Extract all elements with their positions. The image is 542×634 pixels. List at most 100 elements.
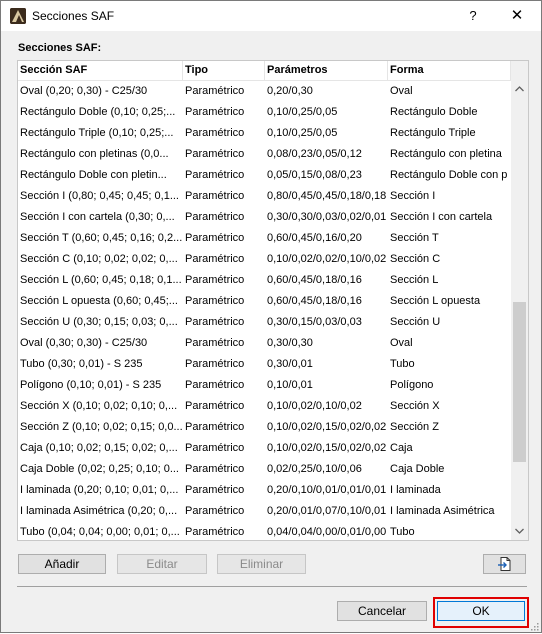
type-cell: Paramétrico xyxy=(185,316,245,328)
parameters-cell: 0,10/0,25/0,05 xyxy=(267,106,338,118)
shape-cell: I laminada Asimétrica xyxy=(390,505,495,517)
type-cell: Paramétrico xyxy=(185,274,245,286)
table-row[interactable]: Caja Doble (0,02; 0,25; 0,10; 0... Paramé… xyxy=(18,459,511,480)
footer-separator xyxy=(17,586,527,587)
parameters-cell: 0,05/0,15/0,08/0,23 xyxy=(267,169,362,181)
column-header-shape[interactable]: Forma xyxy=(388,61,511,80)
app-icon xyxy=(10,8,26,24)
section-name-cell: I laminada (0,20; 0,10; 0,01; 0,... xyxy=(20,484,179,496)
shape-cell: Rectángulo Doble xyxy=(390,106,478,118)
type-cell: Paramétrico xyxy=(185,169,245,181)
type-cell: Paramétrico xyxy=(185,232,245,244)
section-name-cell: Sección I (0,80; 0,45; 0,45; 0,1... xyxy=(20,190,179,202)
column-header-section[interactable]: Sección SAF xyxy=(18,61,183,80)
type-cell: Paramétrico xyxy=(185,253,245,265)
table-row[interactable]: Sección U (0,30; 0,15; 0,03; 0,... Paramé… xyxy=(18,312,511,333)
section-name-cell: Rectángulo con pletinas (0,0... xyxy=(20,148,169,160)
edit-button[interactable]: Editar xyxy=(117,554,207,574)
section-name-cell: Sección T (0,60; 0,45; 0,16; 0,2... xyxy=(20,232,183,244)
title-bar[interactable]: Secciones SAF ? ✕ xyxy=(1,1,541,31)
section-name-cell: Sección L (0,60; 0,45; 0,18; 0,1... xyxy=(20,274,182,286)
type-cell: Paramétrico xyxy=(185,379,245,391)
close-button[interactable]: ✕ xyxy=(506,5,528,27)
table-row[interactable]: Oval (0,20; 0,30) - C25/30 Paramétrico 0,2… xyxy=(18,81,511,102)
column-header-type[interactable]: Tipo xyxy=(183,61,265,80)
shape-cell: I laminada xyxy=(390,484,441,496)
section-name-cell: Tubo (0,30; 0,01) - S 235 xyxy=(20,358,143,370)
table-row[interactable]: Sección L (0,60; 0,45; 0,18; 0,1... Param… xyxy=(18,270,511,291)
section-name-cell: Rectángulo Doble (0,10; 0,25;... xyxy=(20,106,176,118)
window-title: Secciones SAF xyxy=(32,9,115,23)
export-button[interactable] xyxy=(483,554,526,574)
add-button[interactable]: Añadir xyxy=(18,554,106,574)
shape-cell: Sección T xyxy=(390,232,439,244)
parameters-cell: 0,10/0,02/0,15/0,02/0,02 xyxy=(267,442,387,454)
help-button[interactable]: ? xyxy=(462,5,484,27)
table-row[interactable]: Oval (0,30; 0,30) - C25/30 Paramétrico 0,3… xyxy=(18,333,511,354)
vertical-scrollbar[interactable] xyxy=(511,61,528,540)
shape-cell: Sección Z xyxy=(390,421,439,433)
parameters-cell: 0,10/0,02/0,02/0,10/0,02 xyxy=(267,253,387,265)
type-cell: Paramétrico xyxy=(185,463,245,475)
ok-button[interactable]: OK xyxy=(437,601,525,621)
type-cell: Paramétrico xyxy=(185,295,245,307)
section-name-cell: Sección Z (0,10; 0,02; 0,15; 0,0... xyxy=(20,421,183,433)
scrollbar-thumb[interactable] xyxy=(513,302,526,462)
table-row[interactable]: I laminada (0,20; 0,10; 0,01; 0,... Param… xyxy=(18,480,511,501)
section-name-cell: Rectángulo Triple (0,10; 0,25;... xyxy=(20,127,174,139)
parameters-cell: 0,60/0,45/0,18/0,16 xyxy=(267,295,362,307)
scroll-down-arrow-icon[interactable] xyxy=(511,523,528,540)
type-cell: Paramétrico xyxy=(185,211,245,223)
shape-cell: Rectángulo con pletina xyxy=(390,148,502,160)
table-row[interactable]: Sección Z (0,10; 0,02; 0,15; 0,0... Param… xyxy=(18,417,511,438)
table-row[interactable]: Sección T (0,60; 0,45; 0,16; 0,2... Param… xyxy=(18,228,511,249)
section-name-cell: I laminada Asimétrica (0,20; 0,... xyxy=(20,505,178,517)
parameters-cell: 0,10/0,02/0,10/0,02 xyxy=(267,400,362,412)
cancel-button[interactable]: Cancelar xyxy=(337,601,427,621)
table-row[interactable]: Sección X (0,10; 0,02; 0,10; 0,... Paramé… xyxy=(18,396,511,417)
section-name-cell: Caja (0,10; 0,02; 0,15; 0,02; 0,... xyxy=(20,442,178,454)
parameters-cell: 0,30/0,15/0,03/0,03 xyxy=(267,316,362,328)
parameters-cell: 0,20/0,01/0,07/0,10/0,01 xyxy=(267,505,387,517)
saf-sections-table[interactable]: Sección SAF Tipo Parámetros Forma Oval (… xyxy=(17,60,529,541)
parameters-cell: 0,60/0,45/0,18/0,16 xyxy=(267,274,362,286)
parameters-cell: 0,60/0,45/0,16/0,20 xyxy=(267,232,362,244)
table-row[interactable]: I laminada Asimétrica (0,20; 0,... Paramé… xyxy=(18,501,511,522)
table-row[interactable]: Rectángulo con pletinas (0,0... Paramétri… xyxy=(18,144,511,165)
table-row[interactable]: Rectángulo Doble (0,10; 0,25;... Paramétr… xyxy=(18,102,511,123)
shape-cell: Caja Doble xyxy=(390,463,445,475)
section-name-cell: Tubo (0,04; 0,04; 0,00; 0,01; 0,... xyxy=(20,526,180,538)
section-name-cell: Caja Doble (0,02; 0,25; 0,10; 0... xyxy=(20,463,179,475)
table-row[interactable]: Sección C (0,10; 0,02; 0,02; 0,... Paramé… xyxy=(18,249,511,270)
section-name-cell: Sección I con cartela (0,30; 0,... xyxy=(20,211,175,223)
shape-cell: Caja xyxy=(390,442,413,454)
shape-cell: Oval xyxy=(390,337,413,349)
type-cell: Paramétrico xyxy=(185,85,245,97)
table-row[interactable]: Sección I con cartela (0,30; 0,... Paramé… xyxy=(18,207,511,228)
type-cell: Paramétrico xyxy=(185,337,245,349)
shape-cell: Sección X xyxy=(390,400,440,412)
table-row[interactable]: Caja (0,10; 0,02; 0,15; 0,02; 0,... Param… xyxy=(18,438,511,459)
section-name-cell: Oval (0,30; 0,30) - C25/30 xyxy=(20,337,148,349)
table-row[interactable]: Tubo (0,30; 0,01) - S 235 Paramétrico 0,30… xyxy=(18,354,511,375)
section-name-cell: Oval (0,20; 0,30) - C25/30 xyxy=(20,85,148,97)
parameters-cell: 0,02/0,25/0,10/0,06 xyxy=(267,463,362,475)
parameters-cell: 0,30/0,30/0,03/0,02/0,01 xyxy=(267,211,387,223)
type-cell: Paramétrico xyxy=(185,484,245,496)
shape-cell: Sección U xyxy=(390,316,441,328)
table-row[interactable]: Sección I (0,80; 0,45; 0,45; 0,1... Param… xyxy=(18,186,511,207)
resize-grip-icon[interactable] xyxy=(529,620,539,631)
section-label: Secciones SAF: xyxy=(18,42,102,54)
shape-cell: Sección L xyxy=(390,274,439,286)
table-row[interactable]: Rectángulo Triple (0,10; 0,25;... Paramét… xyxy=(18,123,511,144)
type-cell: Paramétrico xyxy=(185,127,245,139)
parameters-cell: 0,30/0,30 xyxy=(267,337,313,349)
scroll-up-arrow-icon[interactable] xyxy=(511,81,528,98)
delete-button[interactable]: Eliminar xyxy=(217,554,306,574)
table-row[interactable]: Polígono (0,10; 0,01) - S 235 Paramétrico… xyxy=(18,375,511,396)
table-row[interactable]: Rectángulo Doble con pletin... Paramétric… xyxy=(18,165,511,186)
column-header-parameters[interactable]: Parámetros xyxy=(265,61,388,80)
table-row[interactable]: Sección L opuesta (0,60; 0,45;... Paramét… xyxy=(18,291,511,312)
shape-cell: Rectángulo Doble con p xyxy=(390,169,508,181)
table-row[interactable]: Tubo (0,04; 0,04; 0,00; 0,01; 0,... Param… xyxy=(18,522,511,540)
